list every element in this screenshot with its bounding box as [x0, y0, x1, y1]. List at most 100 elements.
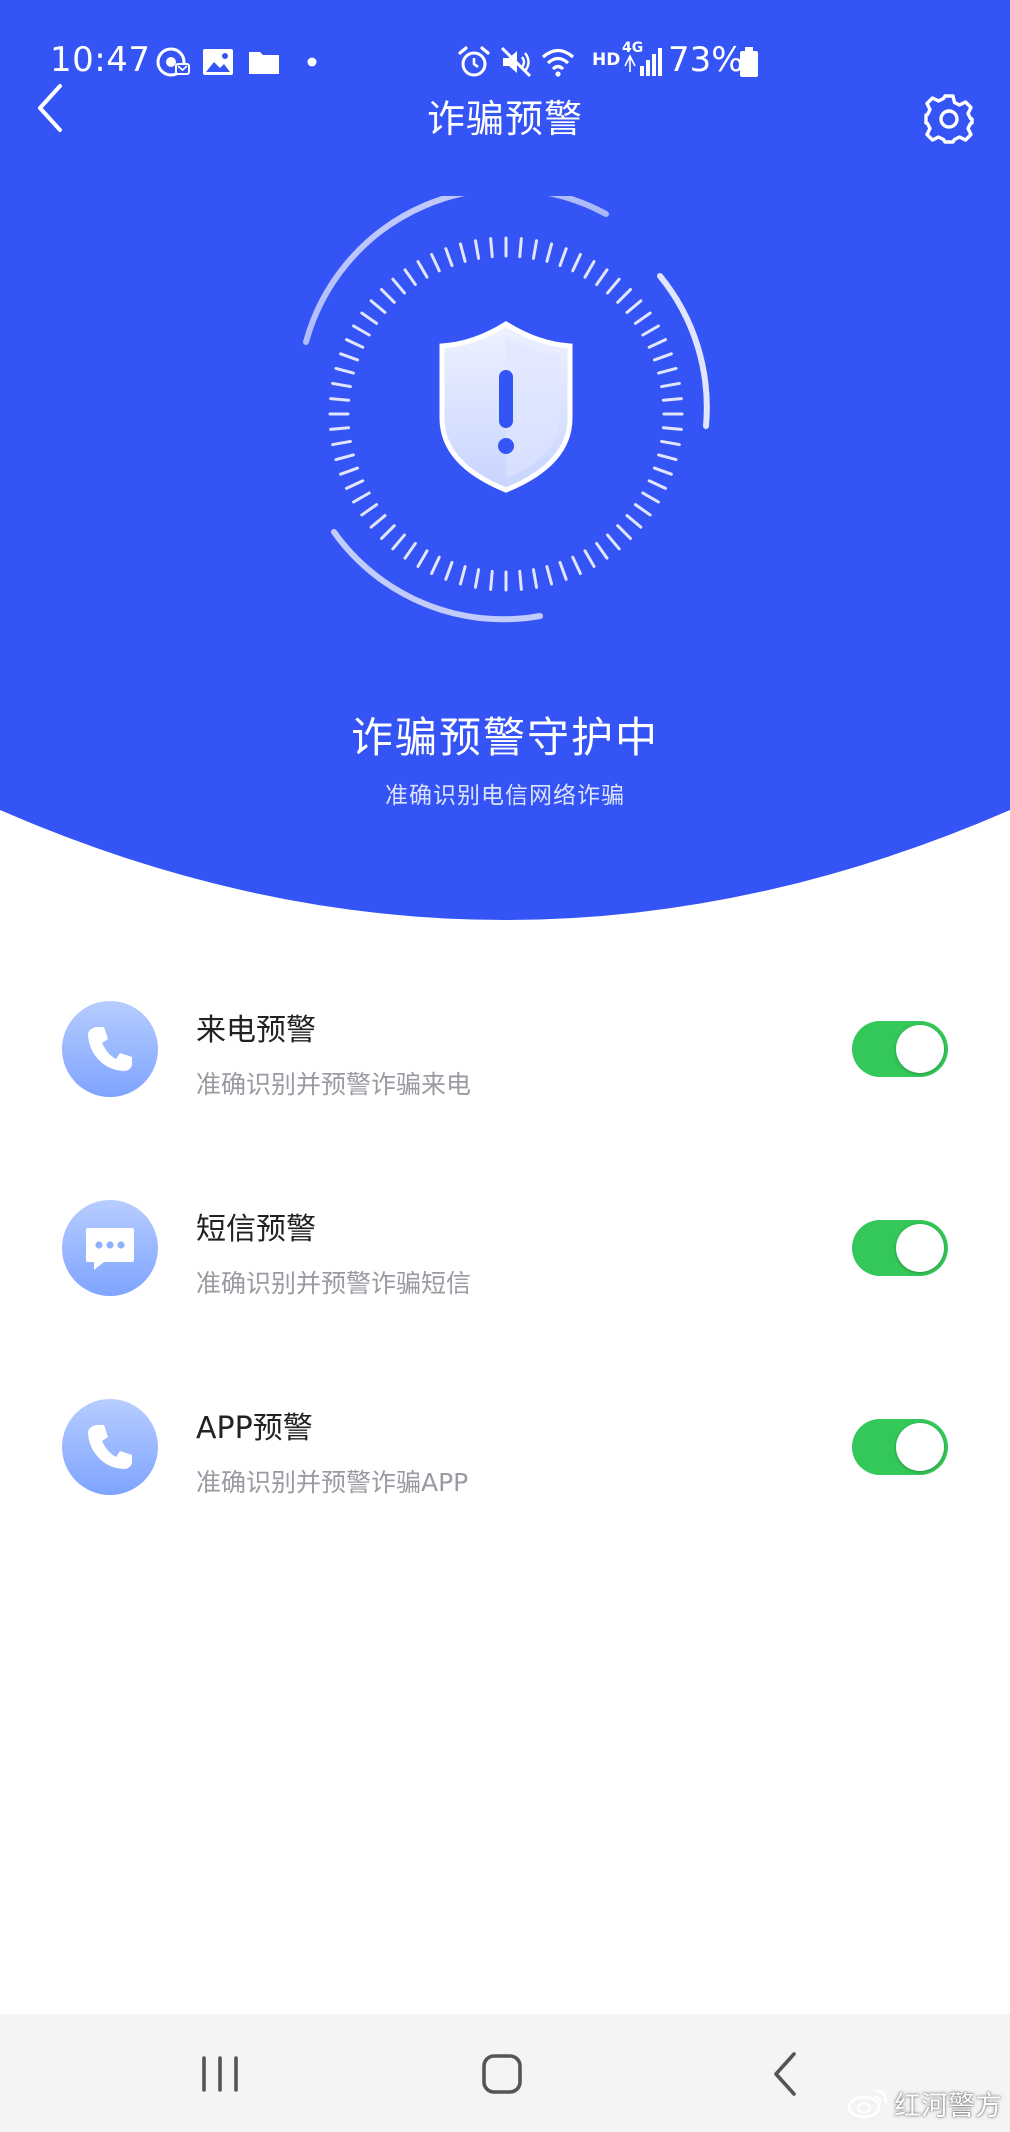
- chrome-icon: [156, 47, 190, 77]
- feature-item-sms-alert: 短信预警 准确识别并预警诈骗短信: [0, 1180, 1010, 1320]
- toggle-knob: [896, 1025, 944, 1073]
- gauge-tick: [489, 237, 494, 259]
- status-bar: 10:47 HD 4G 73%: [0, 36, 1010, 88]
- gauge-tick: [606, 277, 621, 295]
- gauge-tick: [403, 268, 417, 287]
- feature-description: 准确识别并预警诈骗短信: [196, 1269, 472, 1298]
- gauge-tick: [391, 277, 406, 295]
- gauge-tick: [458, 242, 467, 263]
- weibo-icon: [847, 2089, 888, 2119]
- status-hd: HD: [592, 50, 621, 70]
- call-alert-toggle[interactable]: [852, 1021, 948, 1077]
- phone-icon: [88, 1027, 132, 1071]
- gauge-tick: [661, 426, 683, 431]
- gauge-tick: [531, 568, 539, 589]
- gauge-tick: [558, 247, 568, 268]
- watermark-text: 红河警方: [894, 2091, 1002, 2122]
- feature-description: 准确识别并预警诈骗来电: [196, 1070, 472, 1099]
- gauge-tick: [473, 568, 481, 589]
- gauge-tick: [595, 541, 609, 560]
- app-alert-toggle[interactable]: [852, 1419, 948, 1475]
- phone-icon: [88, 1425, 132, 1469]
- gauge-tick: [641, 324, 660, 337]
- gauge-tick: [360, 311, 379, 325]
- gauge-tick: [352, 491, 371, 504]
- recent-apps-icon: [202, 2056, 238, 2092]
- gauge-tick: [473, 239, 481, 260]
- back-icon: [774, 2052, 796, 2096]
- feature-title: APP预警: [196, 1411, 313, 1446]
- gauge-tick: [625, 299, 643, 314]
- feature-item-call-alert: 来电预警 准确识别并预警诈骗来电: [0, 981, 1010, 1121]
- gauge-tick: [545, 565, 554, 586]
- gauge-tick: [558, 560, 568, 581]
- gauge-tick: [633, 503, 652, 517]
- gauge-tick: [339, 466, 360, 476]
- gauge-tick: [545, 242, 554, 263]
- gauge-tick: [571, 555, 582, 576]
- settings-button[interactable]: [922, 92, 976, 146]
- status-network: 4G: [622, 40, 644, 56]
- gauge-tick: [391, 533, 406, 551]
- nav-back-button[interactable]: [754, 2042, 818, 2106]
- gauge-tick: [606, 533, 621, 551]
- gauge-tick: [403, 541, 417, 560]
- gauge-tick: [660, 439, 681, 447]
- gauge-tick: [369, 514, 387, 529]
- gauge-tick: [458, 565, 467, 586]
- gauge-tick: [430, 252, 441, 273]
- shield-alert-icon: [439, 321, 573, 493]
- gauge-tick: [633, 311, 652, 325]
- gauge-tick: [331, 439, 352, 447]
- gauge-tick: [625, 514, 643, 529]
- gear-icon: [924, 94, 974, 144]
- gauge-tick: [329, 397, 351, 402]
- gauge-tick: [518, 237, 523, 259]
- gauge-tick: [344, 338, 365, 349]
- gauge-tick: [647, 479, 668, 490]
- status-battery-percent: 73%: [668, 40, 744, 80]
- gauge-tick: [331, 381, 352, 389]
- page-title: 诈骗预警: [426, 97, 583, 141]
- sms-alert-toggle[interactable]: [852, 1220, 948, 1276]
- feature-item-app-alert: APP预警 准确识别并预警诈骗APP: [0, 1379, 1010, 1519]
- gauge-tick: [334, 366, 355, 375]
- gauge-tick: [652, 466, 673, 476]
- gauge-tick: [616, 524, 632, 540]
- gauge-tick: [416, 260, 429, 279]
- gallery-icon: [203, 49, 233, 75]
- hero-title: 诈骗预警守护中: [350, 713, 659, 762]
- recent-apps-button[interactable]: [188, 2042, 252, 2106]
- gauge-tick: [657, 453, 678, 462]
- feature-icon-circle: [62, 1001, 158, 1097]
- gauge-tick: [660, 381, 681, 389]
- gauge-tick: [571, 252, 582, 273]
- alarm-icon: [458, 46, 490, 77]
- gauge-tick: [360, 503, 379, 517]
- status-time: 10:47: [50, 40, 151, 80]
- gauge-tick: [380, 524, 396, 540]
- folder-icon: [249, 52, 279, 74]
- gauge-tick: [647, 338, 668, 349]
- message-icon: [86, 1228, 134, 1270]
- feature-title: 短信预警: [196, 1212, 316, 1247]
- gauge-tick: [339, 352, 360, 362]
- toggle-knob: [896, 1423, 944, 1471]
- home-button[interactable]: [470, 2042, 534, 2106]
- hero-subtitle: 准确识别电信网络诈骗: [385, 783, 625, 809]
- gauge-tick: [489, 569, 494, 591]
- gauge-tick: [661, 397, 683, 402]
- gauge-tick: [652, 352, 673, 362]
- gauge-tick: [380, 288, 396, 304]
- gauge-tick: [583, 260, 596, 279]
- gauge-tick: [329, 426, 351, 431]
- gauge-tick: [444, 247, 454, 268]
- gauge-tick: [531, 239, 539, 260]
- shield-gauge: [303, 196, 710, 623]
- mute-icon: [500, 46, 532, 78]
- gauge-tick: [430, 555, 441, 576]
- wifi-icon: [541, 48, 575, 77]
- gauge-tick: [657, 366, 678, 375]
- feature-description: 准确识别并预警诈骗APP: [196, 1468, 469, 1497]
- gauge-tick: [369, 299, 387, 314]
